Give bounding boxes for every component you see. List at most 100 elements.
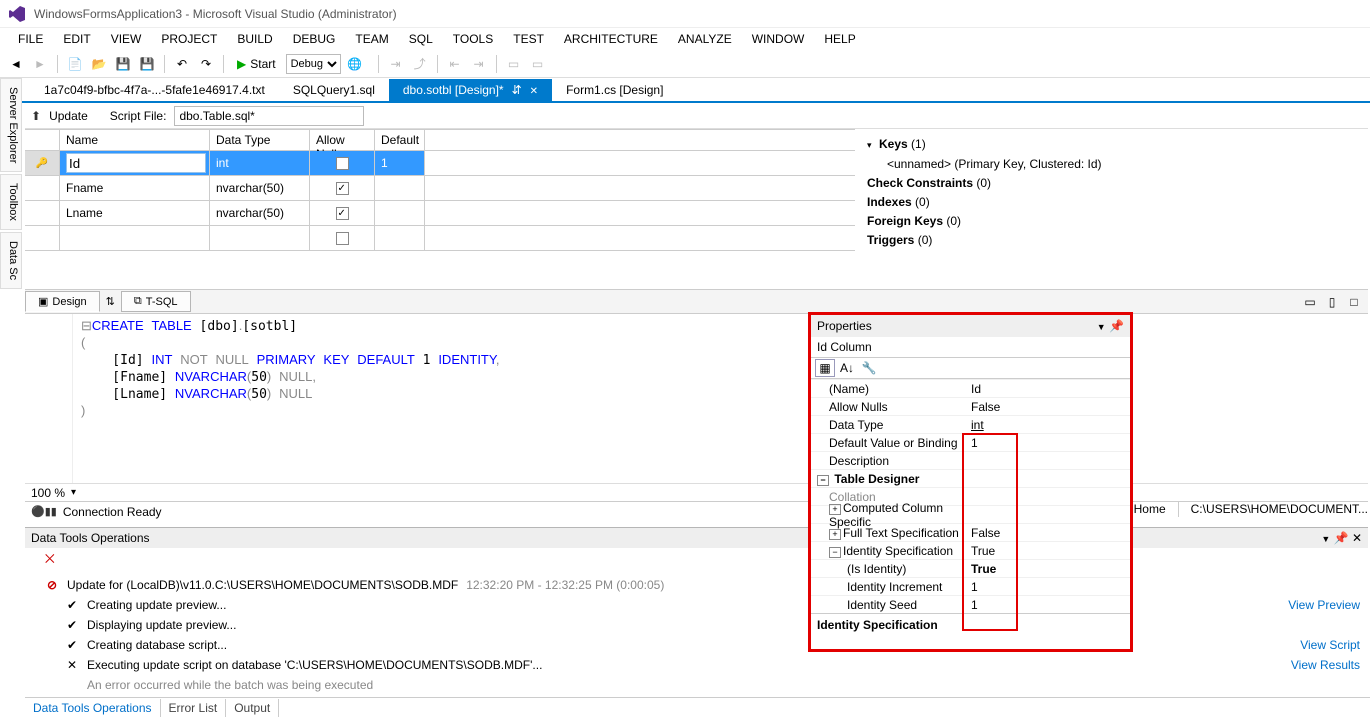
allow-nulls-checkbox[interactable] <box>336 232 349 245</box>
nav-fwd-icon[interactable]: ► <box>30 54 50 74</box>
save-icon[interactable]: 💾 <box>113 54 133 74</box>
save-all-icon[interactable]: 💾 <box>137 54 157 74</box>
menu-file[interactable]: FILE <box>8 30 53 48</box>
cell-default[interactable]: 1 <box>375 151 425 175</box>
start-label: Start <box>250 57 275 71</box>
close-icon[interactable]: ✕ <box>1352 531 1362 545</box>
menu-architecture[interactable]: ARCHITECTURE <box>554 30 668 48</box>
menu-project[interactable]: PROJECT <box>151 30 227 48</box>
indent-out-icon[interactable]: ⇤ <box>445 54 465 74</box>
sql-code[interactable]: ⊟CREATE TABLE [dbo].[sotbl] ( [Id] INT N… <box>73 314 1368 483</box>
rail-data-sources[interactable]: Data Sc <box>0 232 22 289</box>
menu-view[interactable]: VIEW <box>101 30 152 48</box>
cell-name[interactable]: Fname <box>60 176 210 200</box>
open-icon[interactable]: 📂 <box>89 54 109 74</box>
view-results-link[interactable]: View Results <box>1291 655 1360 675</box>
allow-nulls-checkbox[interactable] <box>336 157 349 170</box>
script-file-input[interactable] <box>174 106 364 126</box>
comment-icon[interactable]: ▭ <box>504 54 524 74</box>
update-label[interactable]: Update <box>49 109 88 123</box>
foreign-keys-label[interactable]: Foreign Keys <box>867 214 943 228</box>
tab-design[interactable]: ▣ Design <box>25 291 100 312</box>
check-constraints-label[interactable]: Check Constraints <box>867 176 973 190</box>
keys-label[interactable]: Keys <box>879 137 908 151</box>
menu-build[interactable]: BUILD <box>227 30 282 48</box>
view-preview-link[interactable]: View Preview <box>1288 595 1360 615</box>
home-link[interactable]: Home <box>1134 502 1166 516</box>
allow-nulls-checkbox[interactable] <box>336 182 349 195</box>
categorized-icon[interactable]: ▦ <box>815 359 835 377</box>
menu-sql[interactable]: SQL <box>399 30 443 48</box>
split-h-icon[interactable]: ▭ <box>1300 292 1320 312</box>
table-row[interactable]: Fname nvarchar(50) <box>25 176 855 201</box>
indent-in-icon[interactable]: ⇥ <box>469 54 489 74</box>
cell-default[interactable] <box>375 201 425 225</box>
properties-help: Identity Specification <box>811 613 1130 636</box>
redo-icon[interactable]: ↷ <box>196 54 216 74</box>
connection-label: Connection Ready <box>63 505 162 519</box>
cell-type[interactable]: nvarchar(50) <box>210 176 310 200</box>
cell-name[interactable]: Lname <box>60 201 210 225</box>
tab-dbo-sotbl[interactable]: dbo.sotbl [Design]*⇵✕ <box>389 79 552 101</box>
new-project-icon[interactable]: 📄 <box>65 54 85 74</box>
tab-sqlquery1[interactable]: SQLQuery1.sql <box>279 79 389 101</box>
pin-icon[interactable]: 📌 <box>1109 319 1124 333</box>
tab-error-list[interactable]: Error List <box>161 699 227 717</box>
keys-panel: ▾Keys (1) <unnamed> (Primary Key, Cluste… <box>855 129 1368 289</box>
triggers-label[interactable]: Triggers <box>867 233 914 247</box>
alphabetical-icon[interactable]: A↓ <box>837 359 857 377</box>
cell-type[interactable]: int <box>210 151 310 175</box>
menu-tools[interactable]: TOOLS <box>443 30 503 48</box>
tab-data-tools-operations[interactable]: Data Tools Operations <box>25 699 161 717</box>
uncomment-icon[interactable]: ▭ <box>528 54 548 74</box>
menu-analyze[interactable]: ANALYZE <box>668 30 742 48</box>
menu-edit[interactable]: EDIT <box>53 30 100 48</box>
tab-tsql[interactable]: ⧉ T-SQL <box>121 291 191 312</box>
step-icon[interactable]: ⇥ <box>386 54 406 74</box>
rail-server-explorer[interactable]: Server Explorer <box>0 78 22 172</box>
step-out-icon[interactable]: ⤴ <box>410 54 430 74</box>
properties-grid[interactable]: (Name)Id Allow NullsFalse Data Typeint D… <box>811 379 1130 613</box>
browser-icon[interactable]: 🌐 <box>345 54 365 74</box>
properties-pages-icon[interactable]: 🔧 <box>859 359 879 377</box>
menu-help[interactable]: HELP <box>814 30 865 48</box>
dropdown-icon[interactable]: ▼ <box>1097 322 1106 332</box>
rail-toolbox[interactable]: Toolbox <box>0 174 22 230</box>
cell-default[interactable] <box>375 176 425 200</box>
column-name-input[interactable] <box>66 153 206 173</box>
close-icon[interactable]: ✕ <box>530 86 538 97</box>
menu-test[interactable]: TEST <box>503 30 554 48</box>
nav-back-icon[interactable]: ◄ <box>6 54 26 74</box>
table-row[interactable]: Lname nvarchar(50) <box>25 201 855 226</box>
error-icon: ⊘ <box>45 575 59 595</box>
tab-guid-txt[interactable]: 1a7c04f9-bfbc-4f7a-...-5fafe1e46917.4.tx… <box>30 79 279 101</box>
table-row-empty[interactable] <box>25 226 855 251</box>
update-toolbar: ⬆ Update Script File: <box>25 103 1368 129</box>
table-row[interactable]: 🔑 int 1 <box>25 151 855 176</box>
delete-icon[interactable]: ⨉ <box>45 552 55 566</box>
tsql-editor[interactable]: ⊟CREATE TABLE [dbo].[sotbl] ( [Id] INT N… <box>25 313 1368 483</box>
maximize-icon[interactable]: □ <box>1344 292 1364 312</box>
menu-window[interactable]: WINDOW <box>742 30 815 48</box>
pin-icon[interactable]: 📌 <box>1334 531 1349 545</box>
zoom-value[interactable]: 100 % <box>31 486 65 500</box>
tab-output[interactable]: Output <box>226 699 279 717</box>
ops-head: Update for (LocalDB)\v11.0.C:\USERS\HOME… <box>67 575 458 595</box>
split-v-icon[interactable]: ▯ <box>1322 292 1342 312</box>
key-icon: 🔑 <box>36 158 48 169</box>
tab-form1[interactable]: Form1.cs [Design] <box>552 79 677 101</box>
col-datatype: Data Type <box>210 130 310 150</box>
menu-team[interactable]: TEAM <box>345 30 398 48</box>
allow-nulls-checkbox[interactable] <box>336 207 349 220</box>
undo-icon[interactable]: ↶ <box>172 54 192 74</box>
dropdown-icon[interactable]: ▼ <box>1321 534 1330 544</box>
pk-entry[interactable]: <unnamed> (Primary Key, Clustered: Id) <box>867 155 1368 174</box>
view-script-link[interactable]: View Script <box>1300 635 1360 655</box>
columns-grid[interactable]: Name Data Type Allow Nulls Default 🔑 int… <box>25 129 855 289</box>
menu-debug[interactable]: DEBUG <box>283 30 346 48</box>
config-select[interactable]: Debug <box>286 54 341 74</box>
cell-type[interactable]: nvarchar(50) <box>210 201 310 225</box>
swap-icon[interactable]: ⇅ <box>100 295 121 308</box>
start-button[interactable]: ▶Start <box>231 55 282 73</box>
indexes-label[interactable]: Indexes <box>867 195 912 209</box>
